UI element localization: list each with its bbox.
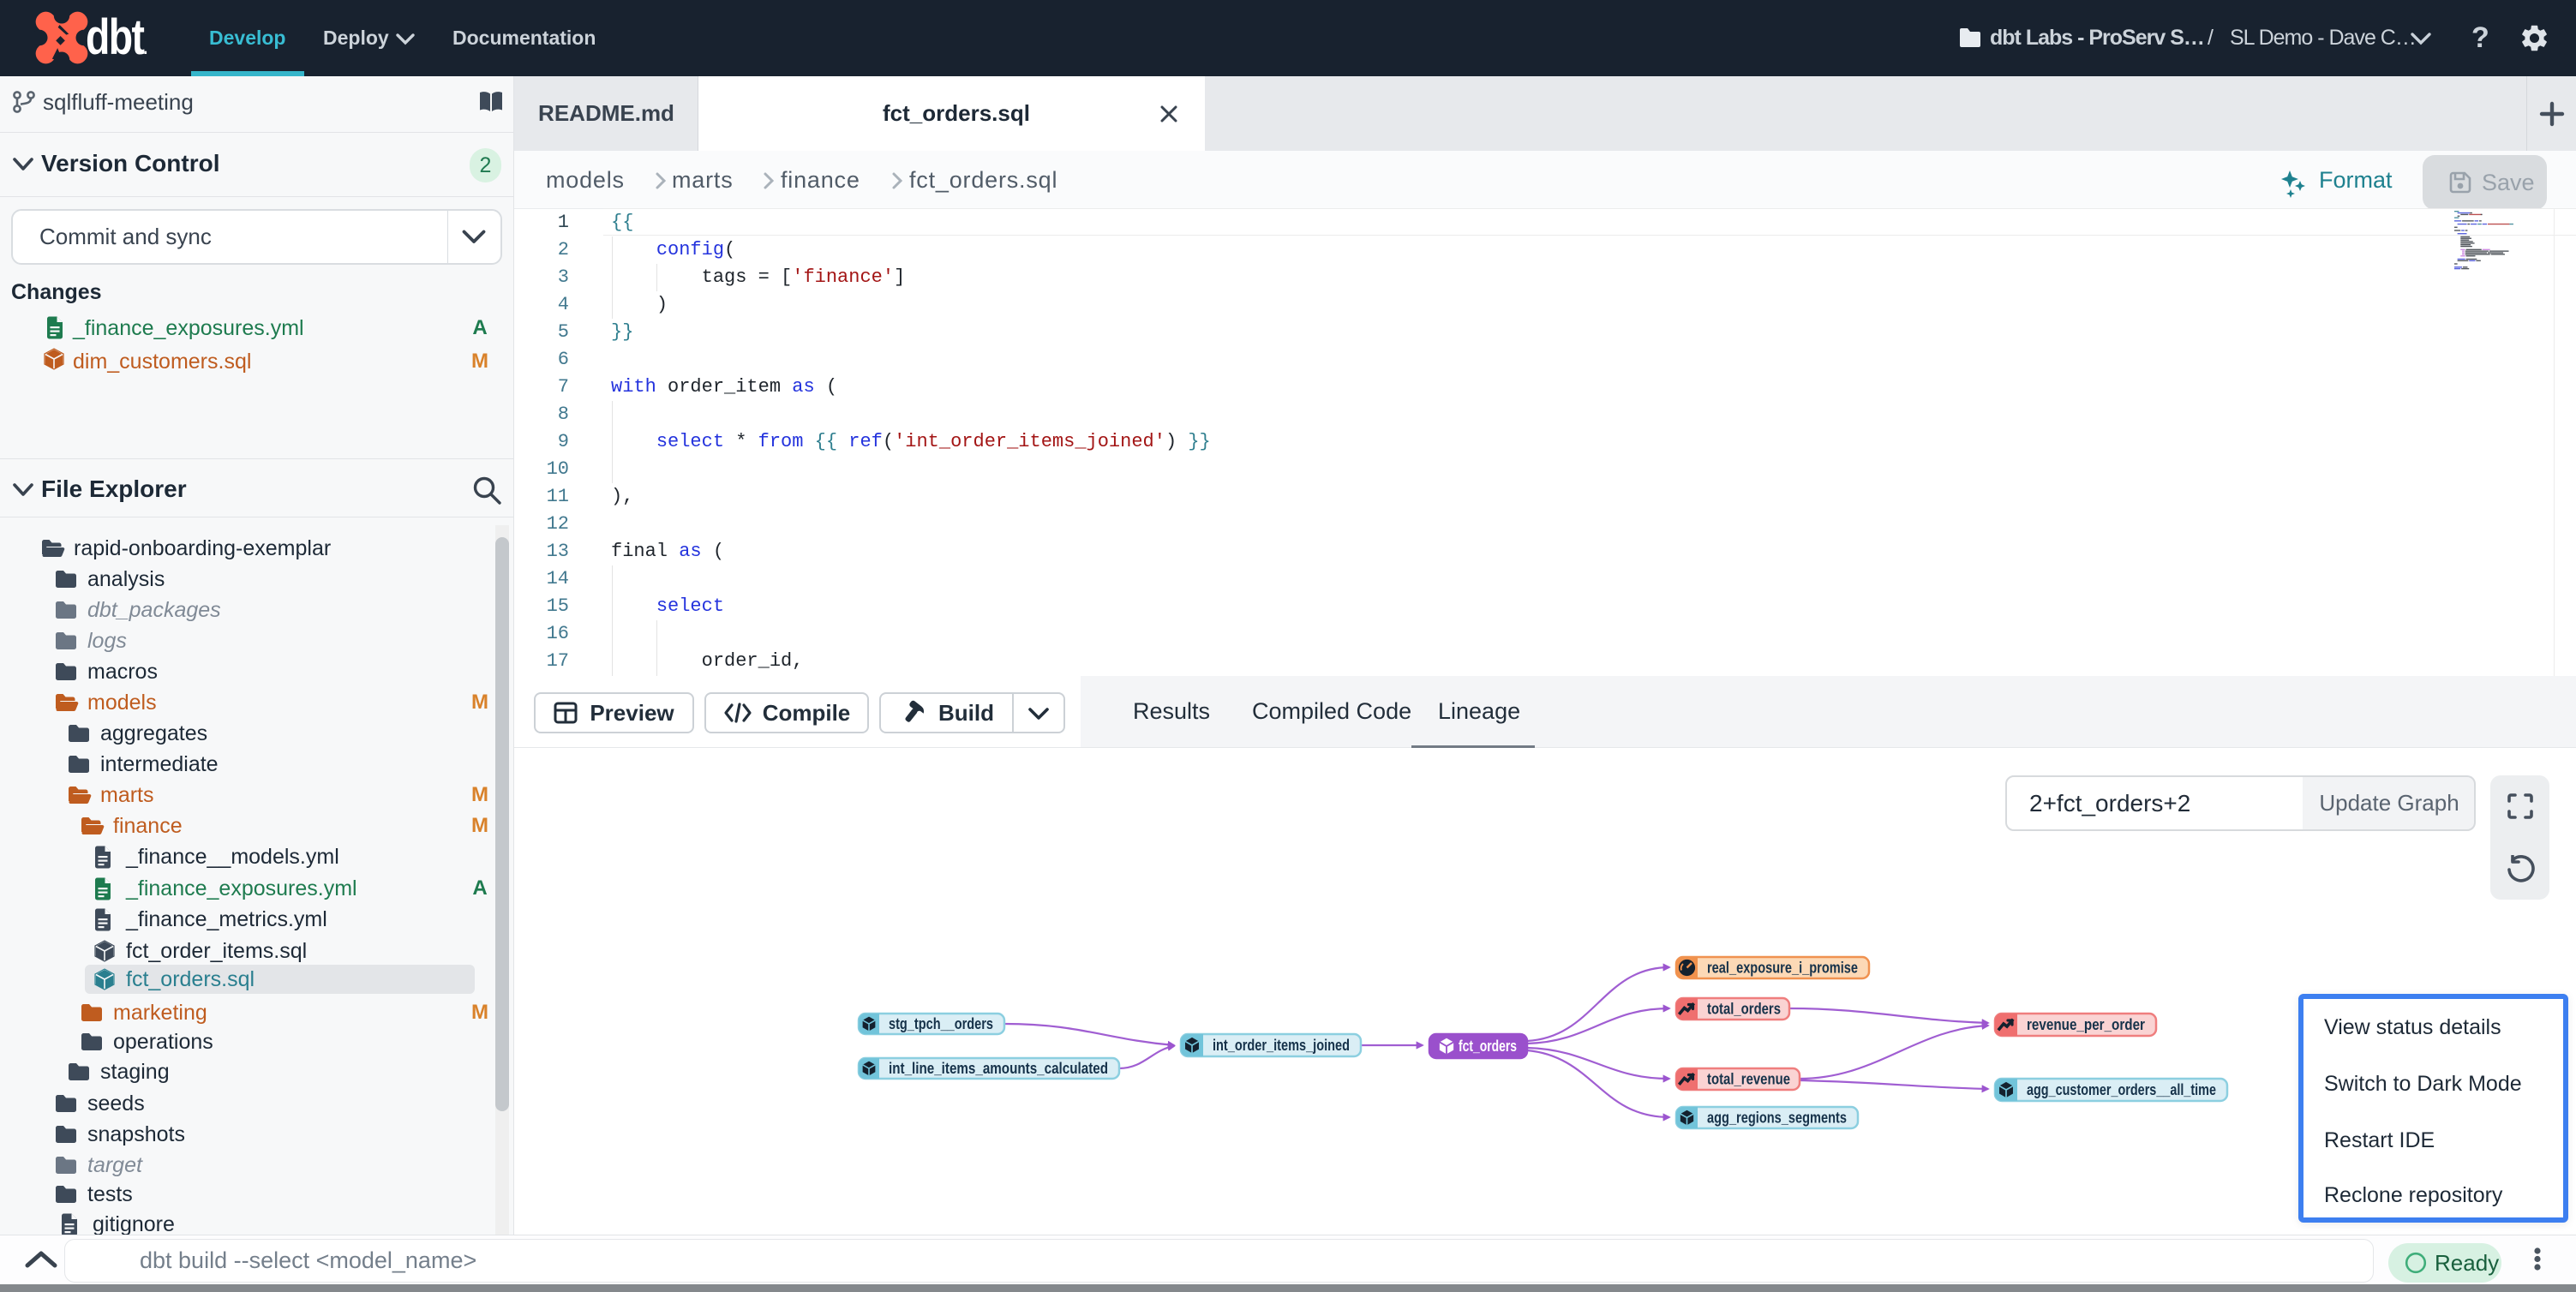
svg-text:agg_customer_orders__all_time: agg_customer_orders__all_time [2027,1081,2216,1098]
svg-text:agg_regions_segments: agg_regions_segments [1707,1110,1847,1127]
svg-text:total_orders: total_orders [1707,1001,1781,1018]
svg-text:stg_tpch__orders: stg_tpch__orders [889,1015,993,1032]
svg-text:fct_orders: fct_orders [1459,1038,1517,1055]
svg-text:real_exposure_i_promise: real_exposure_i_promise [1707,960,1858,977]
svg-text:int_line_items_amounts_calcula: int_line_items_amounts_calculated [889,1060,1108,1077]
svg-text:revenue_per_order: revenue_per_order [2027,1016,2145,1033]
svg-text:total_revenue: total_revenue [1707,1071,1790,1088]
svg-text:int_order_items_joined: int_order_items_joined [1213,1037,1350,1054]
